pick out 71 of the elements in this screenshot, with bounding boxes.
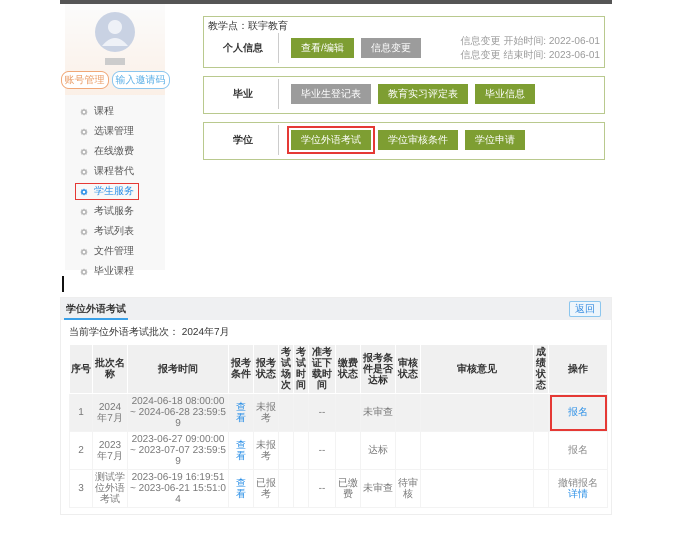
current-batch: 当前学位外语考试批次： 2024年7月: [68, 326, 231, 340]
gear-icon: [80, 208, 88, 216]
sidebar-item[interactable]: 考试列表: [75, 223, 139, 240]
column-header: 准考证下载时间: [308, 344, 336, 394]
gear-icon: [80, 188, 88, 196]
table-cell: 2023-06-27 09:00:00~ 2023-07-07 23:59:59: [128, 432, 228, 470]
section-label: 毕业: [232, 88, 254, 101]
column-header: 审核意见: [420, 344, 534, 394]
blurred-name: [105, 58, 125, 65]
avatar-icon: [95, 12, 135, 52]
sidebar-item[interactable]: 学生服务: [75, 183, 139, 200]
gear-icon: [80, 128, 88, 136]
back-button[interactable]: 返回: [569, 301, 601, 317]
action-button[interactable]: 学位外语考试: [289, 128, 373, 152]
table-cell: --: [308, 432, 336, 470]
table-cell: 已缴费: [336, 470, 360, 508]
column-header: 成绩状态: [534, 344, 548, 394]
column-header: 操作: [548, 344, 608, 394]
table-cell: 2: [70, 432, 92, 470]
table-cell: 2024年7月: [92, 394, 128, 432]
column-header: 缴费状态: [336, 344, 360, 394]
column-header: 考试时间: [294, 344, 308, 394]
text-cursor: [62, 276, 64, 292]
teaching-point: 教学点：联宇教育: [208, 20, 289, 33]
sidebar-item[interactable]: 选课管理: [75, 123, 139, 140]
table-cell: --: [308, 394, 336, 432]
table-cell: 测试学位外语考试: [92, 470, 128, 508]
column-header: 报考状态: [254, 344, 278, 394]
sidebar-item[interactable]: 课程: [75, 103, 119, 120]
column-header: 报考条件是否达标: [360, 344, 396, 394]
sidebar-item[interactable]: 毕业课程: [75, 263, 139, 280]
table-cell: --: [308, 470, 336, 508]
action-button[interactable]: 教育实习评定表: [376, 82, 470, 106]
sidebar-item[interactable]: 文件管理: [75, 243, 139, 260]
gear-icon: [80, 168, 88, 176]
gear-icon: [80, 148, 88, 156]
panel-title[interactable]: 学位外语考试: [64, 302, 128, 320]
table-cell: 未报考: [254, 394, 278, 432]
table-cell: 1: [70, 394, 92, 432]
account-button[interactable]: 账号管理: [60, 71, 108, 89]
table-cell: 3: [70, 470, 92, 508]
gear-icon: [80, 108, 88, 116]
table-cell: 未审查: [360, 470, 396, 508]
section-label: 个人信息: [222, 42, 264, 55]
gear-icon: [80, 248, 88, 256]
action-button[interactable]: 查看/编辑: [289, 36, 356, 60]
action-button[interactable]: 毕业信息: [473, 82, 537, 106]
table-cell: 待审核: [396, 470, 420, 508]
section-label: 学位: [232, 134, 254, 147]
column-header: 序号: [70, 344, 92, 394]
table-cell: 达标: [360, 432, 396, 470]
column-header: 考试场次: [278, 344, 294, 394]
sidebar-item[interactable]: 课程替代: [75, 163, 139, 180]
table-cell: 2024-06-18 08:00:00~ 2024-06-28 23:59:59: [128, 394, 228, 432]
column-header: 报考条件: [228, 344, 254, 394]
date-note: 信息变更 开始时间: 2022-06-01: [460, 34, 600, 48]
table-cell: 未审查: [360, 394, 396, 432]
table-cell: 未报考: [254, 432, 278, 470]
table-cell: 2023年7月: [92, 432, 128, 470]
date-note: 信息变更 结束时间: 2023-06-01: [460, 48, 600, 62]
column-header: 批次名称: [92, 344, 128, 394]
account-button[interactable]: 输入邀请码: [112, 71, 170, 89]
column-header: 报考时间: [128, 344, 228, 394]
action-button[interactable]: 学位审核条件: [376, 128, 460, 152]
action-button[interactable]: 学位申请: [463, 128, 527, 152]
sidebar-item[interactable]: 考试服务: [75, 203, 139, 220]
column-header: 审核状态: [396, 344, 420, 394]
sidebar-item[interactable]: 在线缴费: [75, 143, 139, 160]
table-cell: 已报考: [254, 470, 278, 508]
gear-icon: [80, 228, 88, 236]
table-cell: 2023-06-19 16:19:51~ 2023-06-21 15:51:04: [128, 470, 228, 508]
